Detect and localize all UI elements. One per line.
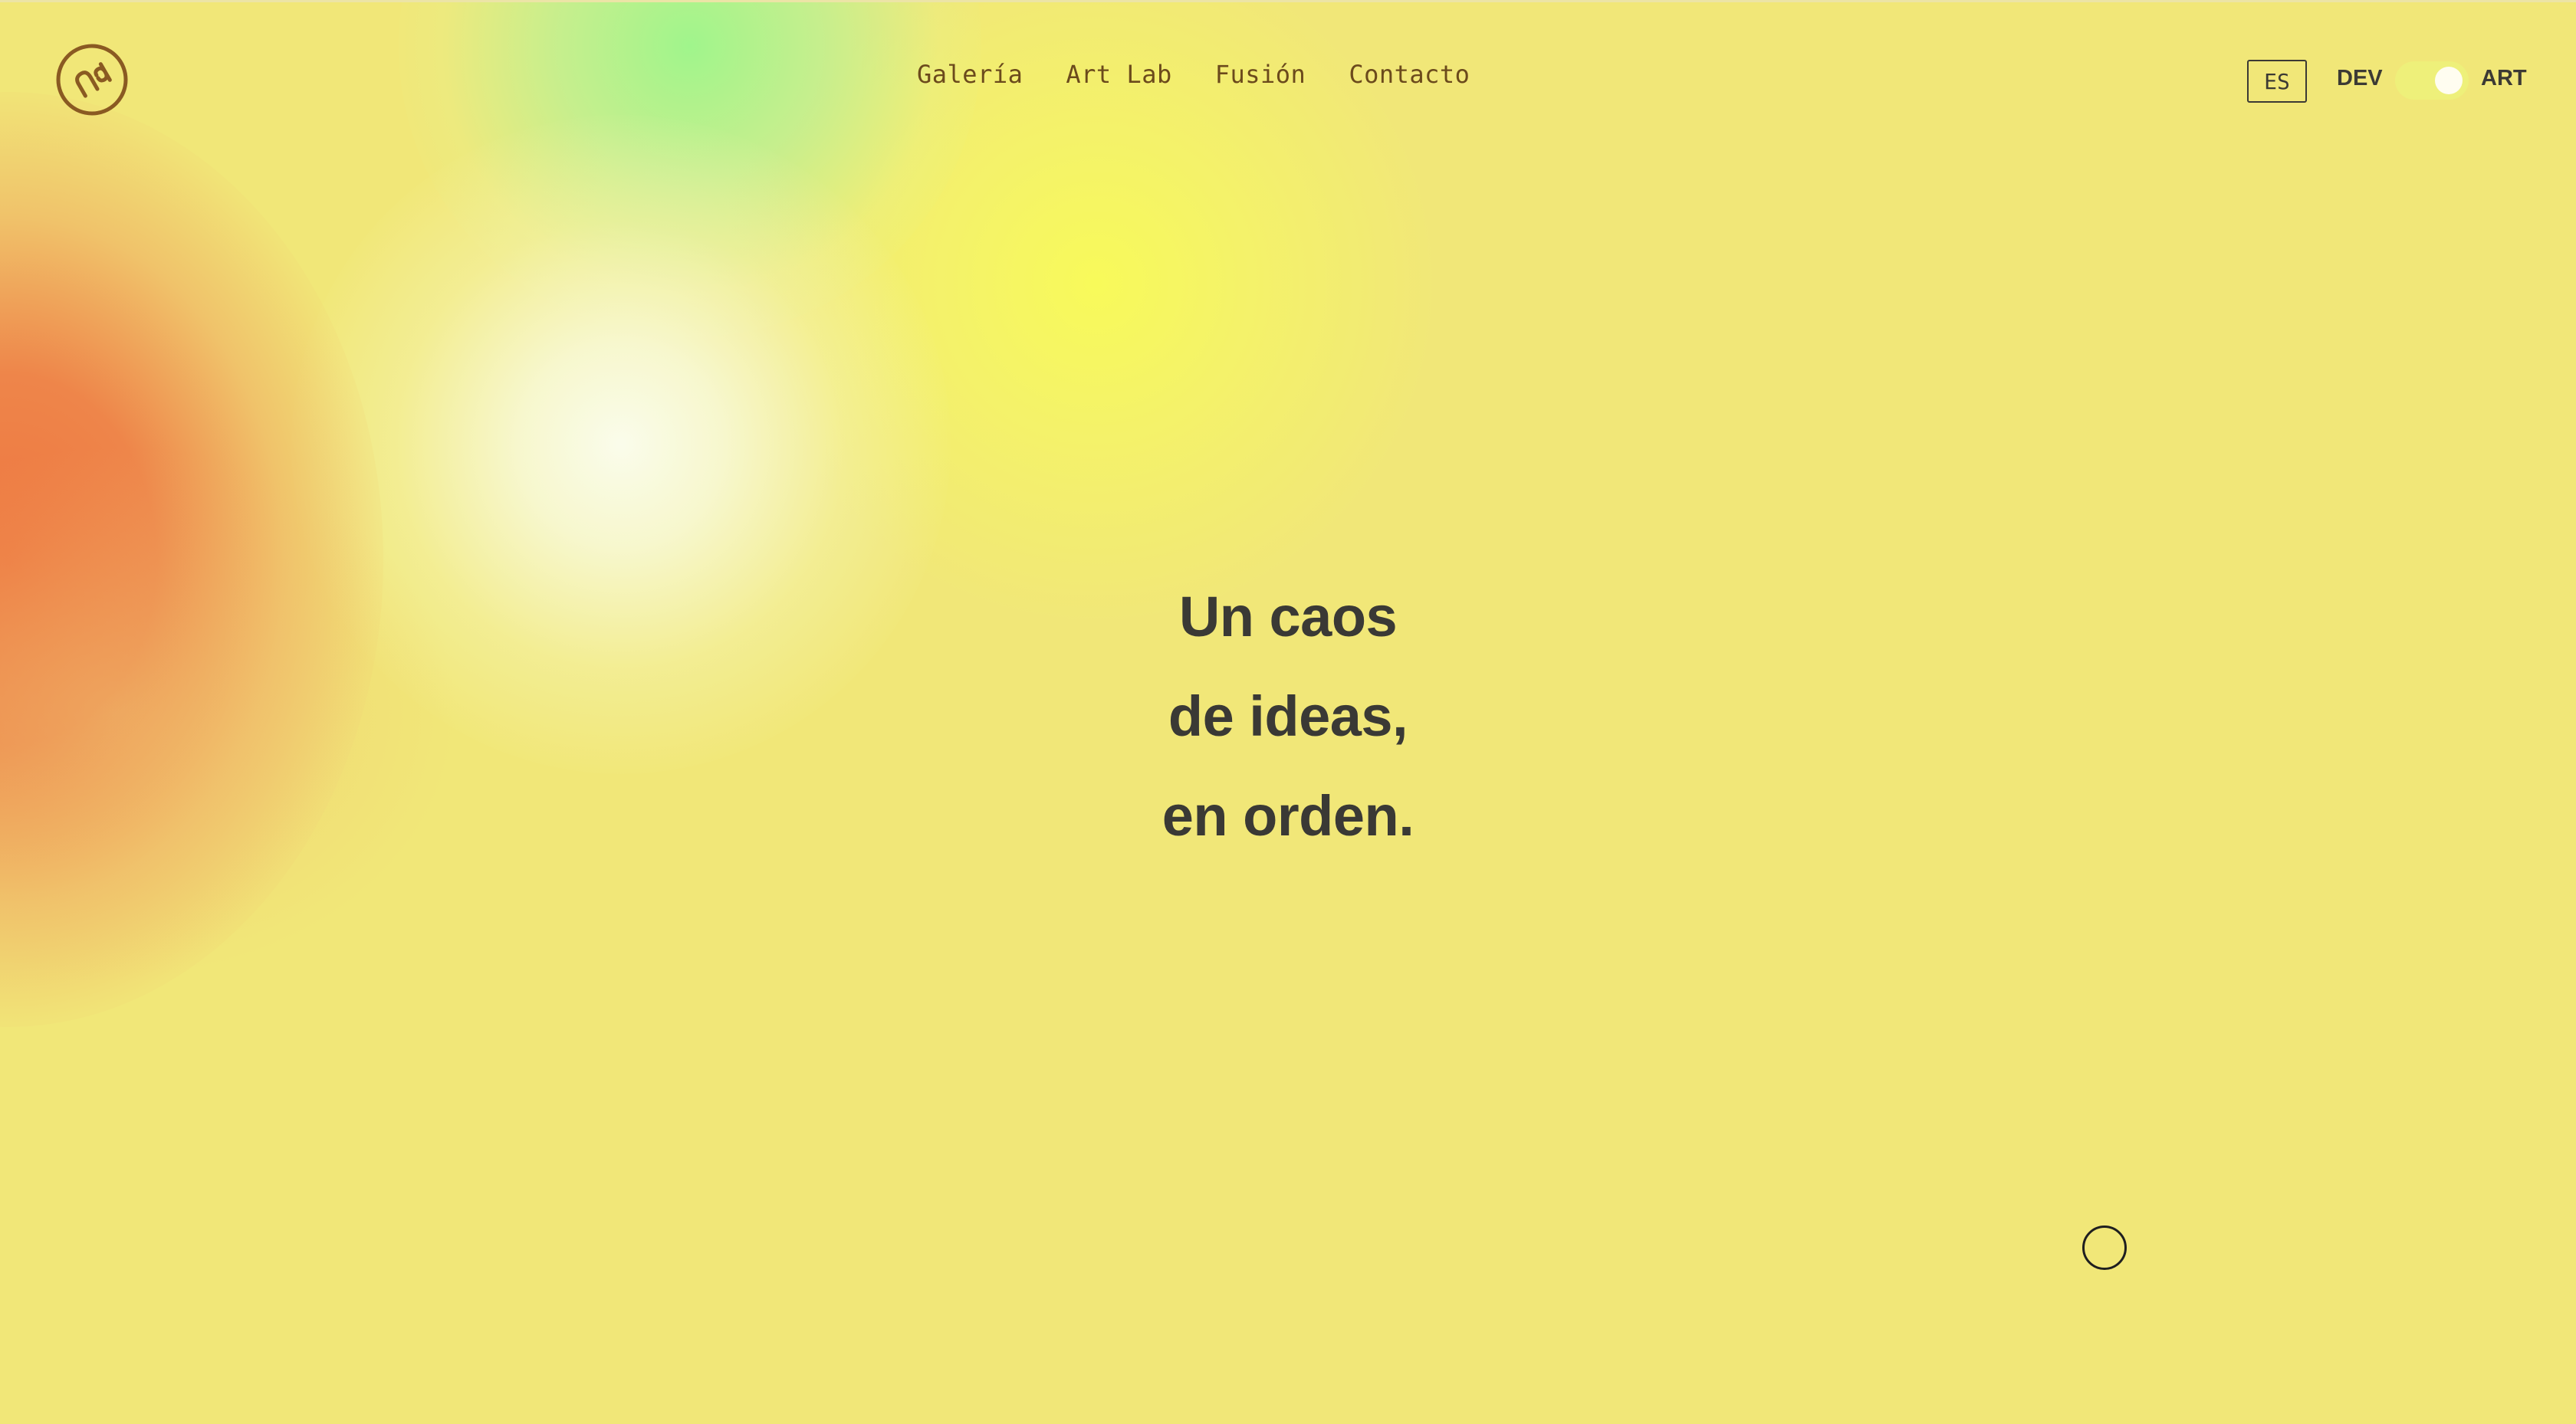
nav-item-galeria[interactable]: Galería	[917, 60, 1023, 89]
mode-art-label: ART	[2481, 66, 2527, 90]
mode-dev-label: DEV	[2337, 66, 2383, 90]
hero-line-2: de ideas,	[1168, 684, 1408, 748]
nav-item-fusion[interactable]: Fusión	[1215, 60, 1306, 89]
hero-line-1: Un caos	[1178, 585, 1398, 648]
hero-line-3: en orden.	[1162, 784, 1414, 848]
nav-item-art-lab[interactable]: Art Lab	[1066, 60, 1171, 89]
toggle-knob	[2435, 67, 2463, 94]
top-edge-line	[0, 0, 2576, 2]
circle-cursor-icon	[2082, 1225, 2127, 1270]
nav-item-contacto[interactable]: Contacto	[1349, 60, 1470, 89]
dev-art-toggle[interactable]	[2395, 61, 2469, 100]
main-nav: Galería Art Lab Fusión Contacto	[917, 60, 1470, 89]
logo-icon[interactable]	[55, 43, 129, 116]
language-button[interactable]: ES	[2247, 60, 2307, 103]
hero-heading: Un caos de ideas, en orden.	[0, 567, 2576, 866]
